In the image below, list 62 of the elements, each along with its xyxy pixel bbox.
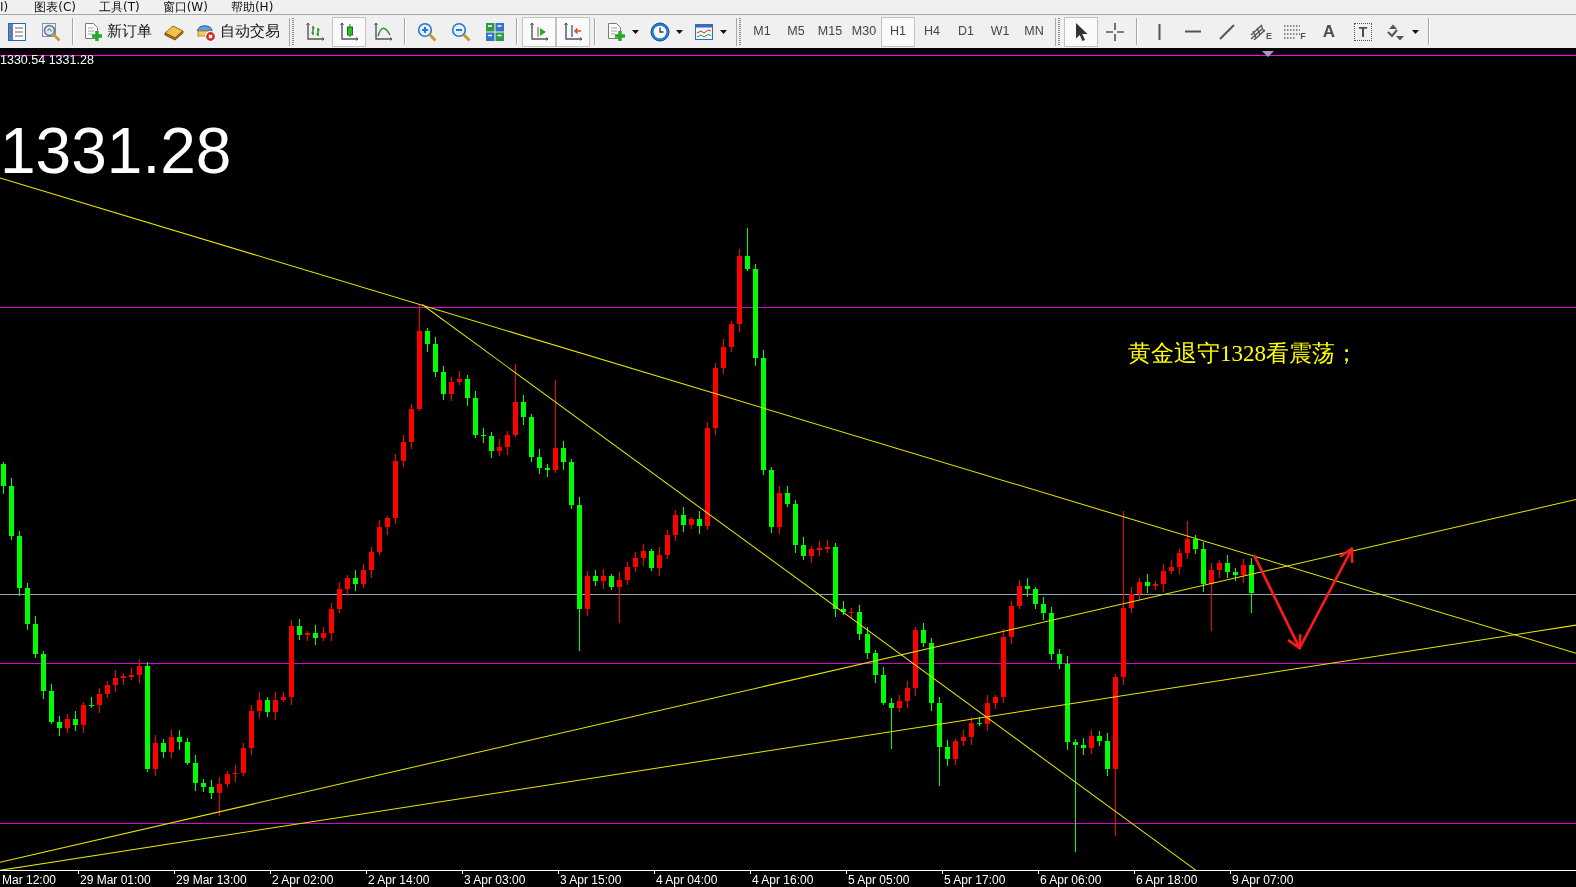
time-axis-label: 4 Apr 16:00	[752, 874, 814, 887]
shift-marker-icon[interactable]	[1262, 51, 1274, 57]
auto-scroll-icon	[563, 21, 583, 42]
tile-windows-icon	[485, 21, 505, 42]
cursor-button[interactable]	[1064, 16, 1098, 47]
text-label-tool-button[interactable]: T	[1346, 16, 1380, 47]
time-axis-label: 3 Apr 03:00	[464, 874, 526, 887]
line-chart-icon	[373, 21, 393, 42]
timeframe-button[interactable]: M30	[847, 16, 881, 47]
time-axis-label: 9 Apr 07:00	[1232, 874, 1294, 887]
time-axis-label: 3 Apr 15:00	[560, 874, 622, 887]
horizontal-line-icon	[1185, 30, 1201, 33]
time-axis-label: 2 Apr 14:00	[368, 874, 430, 887]
auto-trading-button[interactable]: 自动交易	[191, 16, 285, 47]
menu-item[interactable]: 图表(C)	[34, 0, 76, 14]
time-axis-label: 2 Apr 02:00	[272, 874, 334, 887]
time-axis-label: 5 Apr 17:00	[944, 874, 1006, 887]
list-window-icon	[7, 21, 27, 42]
timeframe-button[interactable]: H1	[881, 16, 915, 47]
dotted-lines-icon	[1284, 24, 1301, 39]
menu-item[interactable]: 工具(T)	[99, 0, 140, 14]
timeframe-button[interactable]: D1	[949, 16, 983, 47]
time-axis-label: 29 Mar 01:00	[80, 874, 151, 887]
timeframe-button[interactable]: MN	[1017, 16, 1051, 47]
crosshair-icon	[1105, 21, 1125, 42]
fibonacci-lines-button[interactable]: F	[1278, 16, 1312, 47]
timeframe-button[interactable]: W1	[983, 16, 1017, 47]
menu-item[interactable]: 窗口(W)	[162, 0, 208, 14]
time-axis-label: 4 Apr 04:00	[656, 874, 718, 887]
menu-item[interactable]: 帮助(H)	[230, 0, 274, 14]
zoom-out-icon	[451, 21, 471, 42]
chart-window-icon	[693, 21, 714, 42]
timeframe-button[interactable]: M5	[779, 16, 813, 47]
time-axis-label: 6 Apr 06:00	[1040, 874, 1102, 887]
price-label: 1331.28	[0, 119, 232, 183]
text-tool-button[interactable]: A	[1312, 16, 1346, 47]
time-axis-label: 29 Mar 13:00	[176, 874, 247, 887]
document-plus-icon	[605, 21, 626, 42]
auto-scroll-button[interactable]	[556, 16, 590, 47]
fibonacci-expansion-button[interactable]: E	[1244, 16, 1278, 47]
chart-annotation: 黄金退守1328看震荡；	[1128, 341, 1358, 367]
bar-chart-icon	[305, 21, 325, 42]
time-axis-label: Mar 12:00	[2, 874, 57, 887]
chart-shift-icon	[529, 21, 549, 42]
magnifier-chart-icon	[41, 21, 61, 42]
clock-icon	[649, 21, 670, 42]
time-axis-label: 6 Apr 18:00	[1136, 874, 1198, 887]
menu-item[interactable]: I)	[0, 0, 9, 14]
new-order-button[interactable]: 新订单	[78, 16, 157, 47]
candlestick-chart-button[interactable]	[332, 16, 366, 47]
document-plus-icon	[83, 21, 103, 42]
chart-shift-button[interactable]	[522, 16, 556, 47]
hatched-lines-icon	[1250, 23, 1266, 40]
vertical-line-icon	[1157, 23, 1161, 40]
timeframe-button[interactable]: M1	[745, 16, 779, 47]
zoom-in-icon	[417, 21, 437, 42]
time-axis-label: 5 Apr 05:00	[848, 874, 910, 887]
candlestick-icon	[339, 21, 359, 42]
timeframe-button[interactable]: H4	[915, 16, 949, 47]
bid-ask-quote: 1330.54 1331.28	[0, 53, 94, 67]
trend-line-icon	[1219, 23, 1235, 40]
timeframe-button[interactable]: M15	[813, 16, 847, 47]
